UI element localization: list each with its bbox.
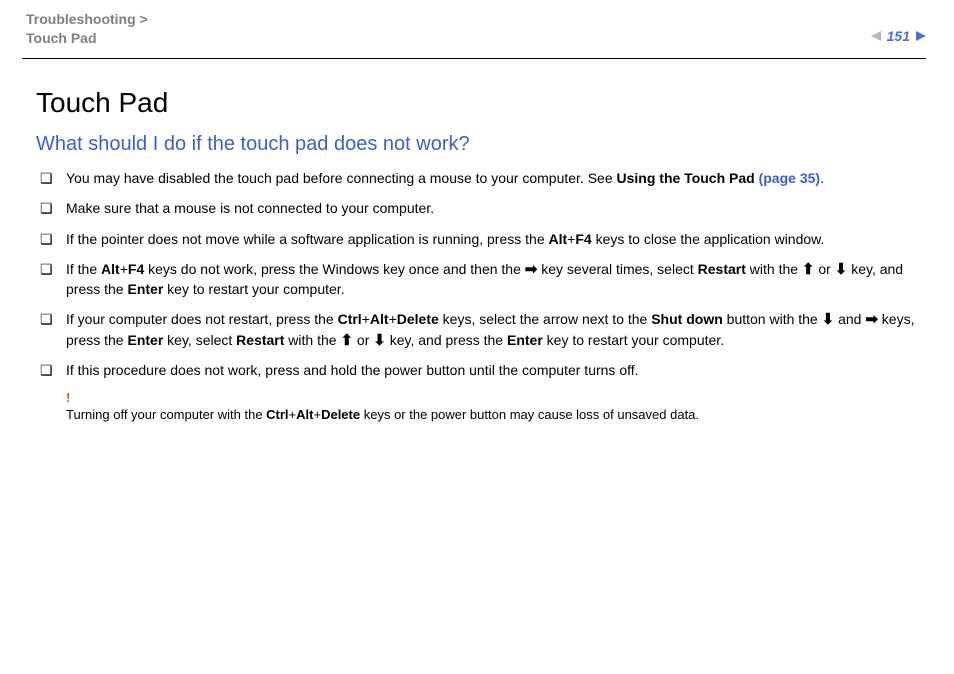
- text: key to restart your computer.: [163, 281, 344, 297]
- text: keys do not work, press the Windows key …: [144, 261, 525, 277]
- text: +: [289, 407, 297, 422]
- key-label: Ctrl: [266, 407, 288, 422]
- key-label: Alt: [549, 231, 568, 247]
- key-label: Delete: [397, 311, 439, 327]
- document-page: Troubleshooting > Touch Pad 151 Touch Pa…: [0, 0, 954, 674]
- next-page-arrow-icon[interactable]: [916, 31, 926, 41]
- text: with the: [284, 332, 340, 348]
- key-label: Alt: [101, 261, 120, 277]
- breadcrumb-page[interactable]: Touch Pad: [26, 30, 97, 46]
- section-heading: What should I do if the touch pad does n…: [36, 133, 918, 156]
- text: .: [820, 170, 824, 186]
- text: key, select: [163, 332, 236, 348]
- text: If the pointer does not move while a sof…: [66, 231, 549, 247]
- text: and: [834, 311, 865, 327]
- breadcrumb-section[interactable]: Troubleshooting: [26, 11, 136, 27]
- text: Make sure that a mouse is not connected …: [66, 200, 434, 216]
- key-label: F4: [128, 261, 144, 277]
- text: If this procedure does not work, press a…: [66, 362, 639, 378]
- text: key several times, select: [537, 261, 697, 277]
- text: keys, select the arrow next to the: [439, 311, 651, 327]
- text: keys to close the application window.: [592, 231, 825, 247]
- key-label: F4: [575, 231, 591, 247]
- list-item: If this procedure does not work, press a…: [40, 360, 918, 380]
- text: Turning off your computer with the: [66, 407, 266, 422]
- key-label: Delete: [321, 407, 360, 422]
- bullet-list: You may have disabled the touch pad befo…: [36, 168, 918, 380]
- key-label: Alt: [370, 311, 389, 327]
- page-content: Touch Pad What should I do if the touch …: [0, 59, 954, 422]
- bold-text: Restart: [236, 332, 284, 348]
- bold-text: Using the Touch Pad: [617, 170, 759, 186]
- page-header: Troubleshooting > Touch Pad 151: [22, 0, 926, 59]
- text: +: [389, 311, 397, 327]
- list-item: Make sure that a mouse is not connected …: [40, 198, 918, 218]
- list-item: You may have disabled the touch pad befo…: [40, 168, 918, 188]
- page-link[interactable]: (page 35): [759, 170, 820, 186]
- key-label: Enter: [507, 332, 543, 348]
- page-title: Touch Pad: [36, 87, 918, 119]
- arrow-right-icon: ➡: [865, 312, 878, 327]
- text: +: [362, 311, 370, 327]
- warning-icon: !: [66, 390, 918, 405]
- key-label: Ctrl: [338, 311, 362, 327]
- text: with the: [746, 261, 802, 277]
- bold-text: Restart: [698, 261, 746, 277]
- breadcrumb: Troubleshooting > Touch Pad: [26, 10, 148, 48]
- breadcrumb-sep: >: [136, 11, 148, 27]
- list-item: If your computer does not restart, press…: [40, 309, 918, 350]
- text: key to restart your computer.: [543, 332, 724, 348]
- bold-text: Shut down: [651, 311, 723, 327]
- text: key, and press the: [386, 332, 507, 348]
- arrow-up-icon: ⬆: [802, 262, 815, 277]
- page-number-nav: 151: [871, 28, 926, 44]
- key-label: Enter: [127, 332, 163, 348]
- text: +: [120, 261, 128, 277]
- key-label: Enter: [127, 281, 163, 297]
- arrow-up-icon: ⬆: [340, 333, 353, 348]
- text: +: [313, 407, 321, 422]
- key-label: Alt: [296, 407, 313, 422]
- arrow-down-icon: ⬇: [822, 312, 835, 327]
- prev-page-arrow-icon[interactable]: [871, 31, 881, 41]
- warning-note: ! Turning off your computer with the Ctr…: [66, 390, 918, 422]
- text: or: [815, 261, 835, 277]
- text: If the: [66, 261, 101, 277]
- list-item: If the pointer does not move while a sof…: [40, 229, 918, 249]
- text: keys or the power button may cause loss …: [360, 407, 699, 422]
- arrow-down-icon: ⬇: [373, 333, 386, 348]
- arrow-down-icon: ⬇: [835, 262, 848, 277]
- text: or: [353, 332, 373, 348]
- text: You may have disabled the touch pad befo…: [66, 170, 617, 186]
- text: button with the: [723, 311, 822, 327]
- page-number: 151: [887, 28, 910, 44]
- list-item: If the Alt+F4 keys do not work, press th…: [40, 259, 918, 300]
- text: If your computer does not restart, press…: [66, 311, 338, 327]
- arrow-right-icon: ➡: [525, 262, 538, 277]
